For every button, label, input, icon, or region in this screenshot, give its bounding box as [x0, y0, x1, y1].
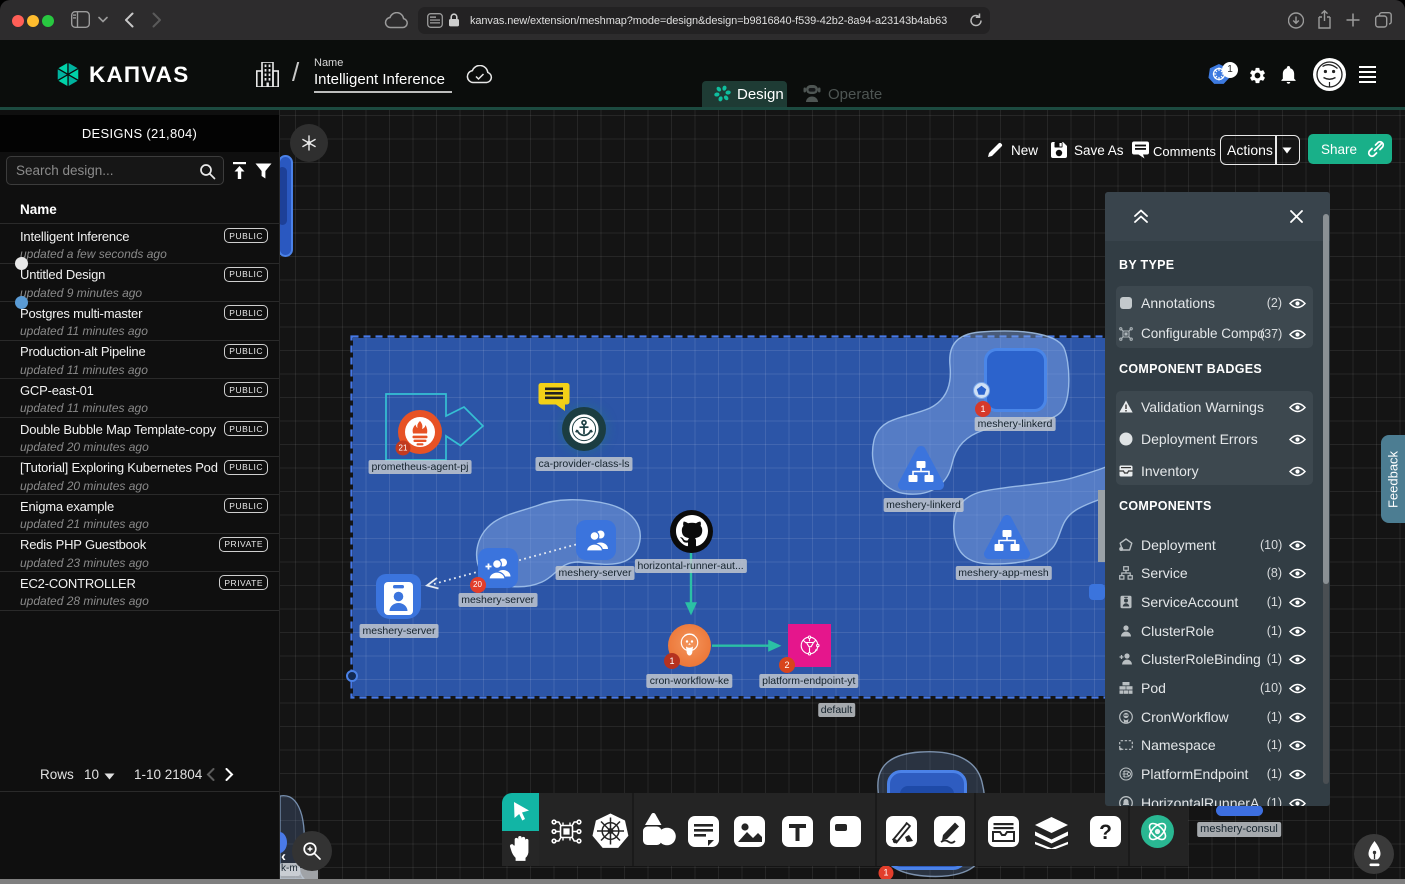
svg-text:?: ? — [1099, 821, 1112, 844]
